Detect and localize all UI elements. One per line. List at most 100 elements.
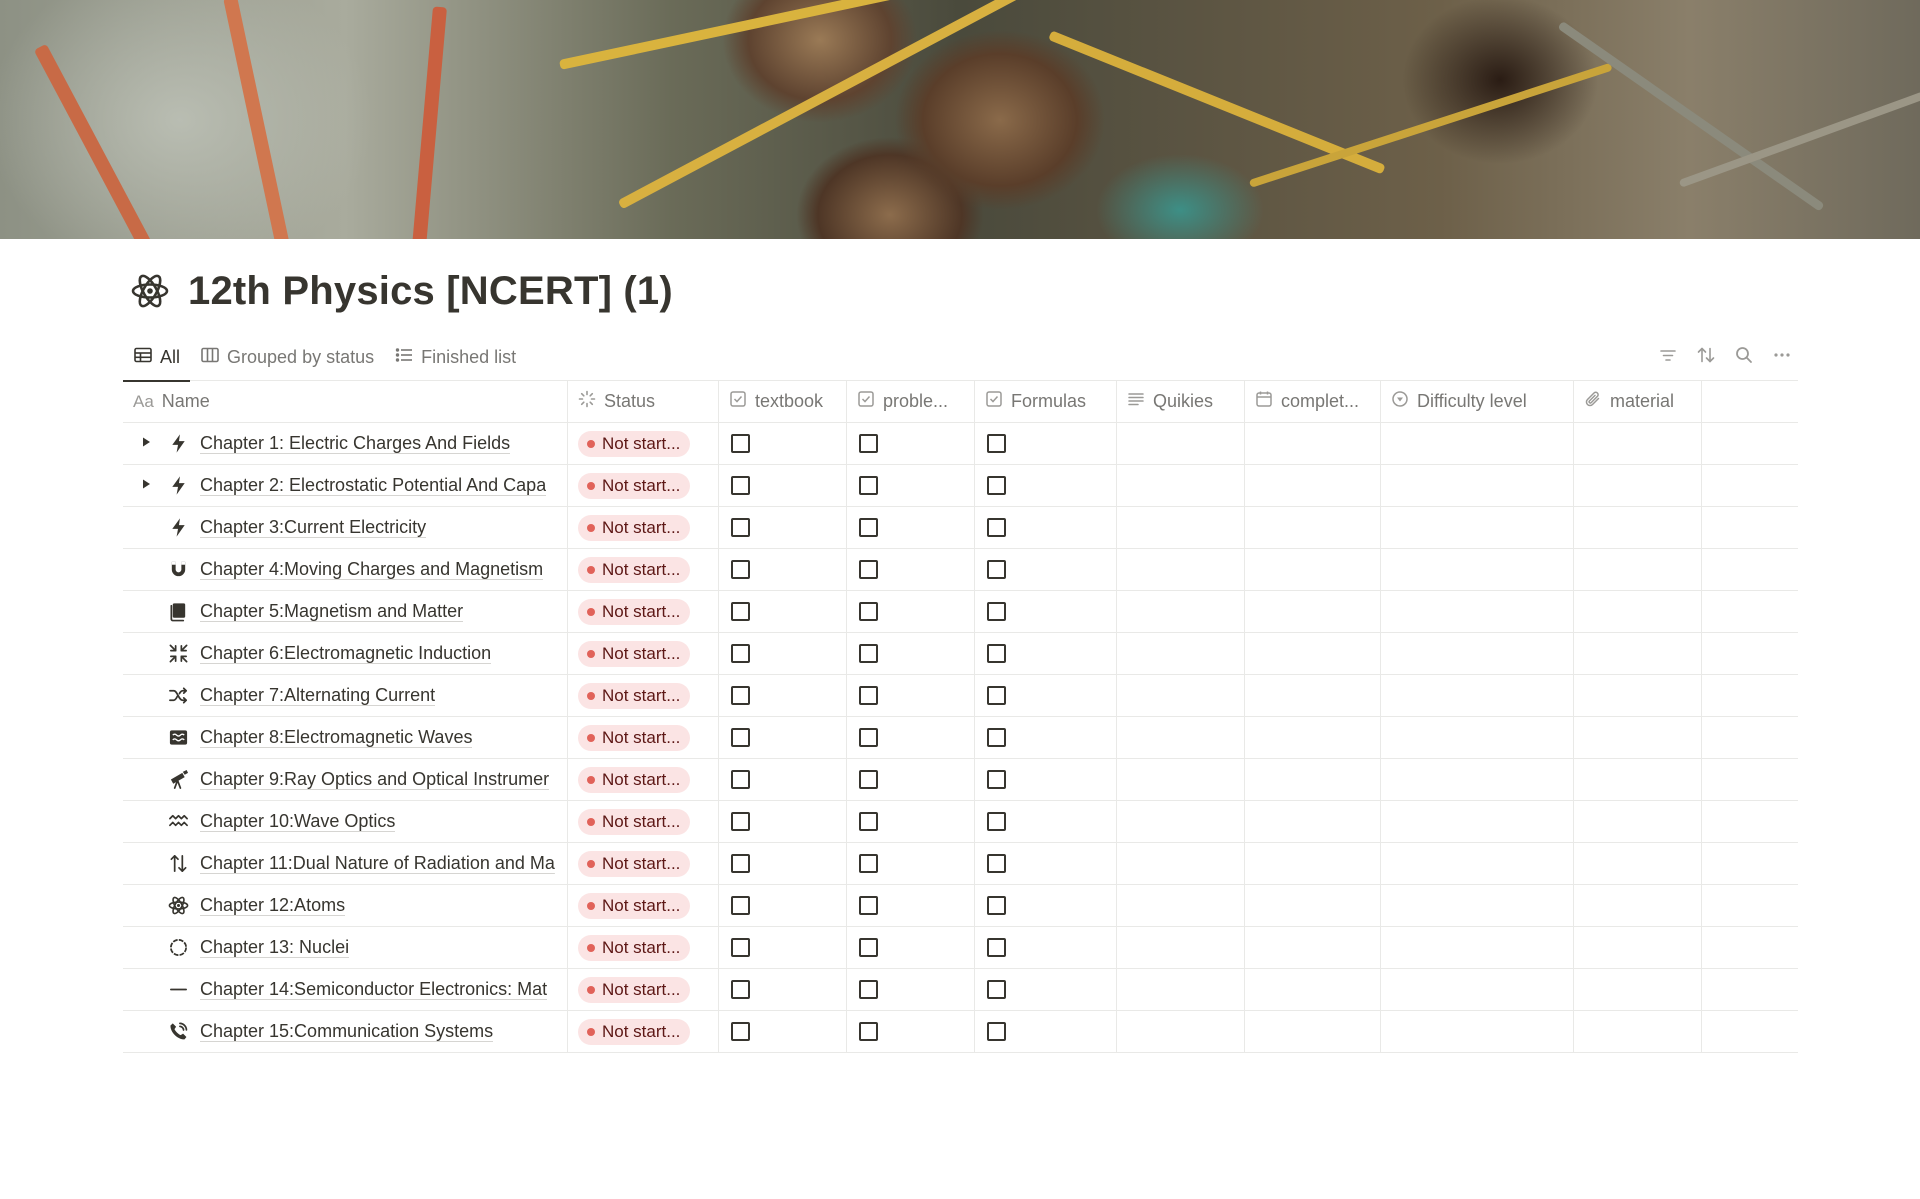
material-cell[interactable]: [1574, 675, 1702, 716]
formulas-checkbox[interactable]: [987, 434, 1006, 453]
atom-icon[interactable]: [130, 271, 170, 311]
status-badge[interactable]: Not start...: [578, 640, 691, 667]
status-badge[interactable]: Not start...: [578, 430, 691, 457]
status-cell[interactable]: Not start...: [568, 675, 719, 716]
problems-checkbox[interactable]: [859, 560, 878, 579]
completed-date-cell[interactable]: [1245, 759, 1381, 800]
status-badge[interactable]: Not start...: [578, 472, 691, 499]
difficulty-cell[interactable]: [1381, 885, 1574, 926]
formulas-checkbox[interactable]: [987, 770, 1006, 789]
waves-box-icon[interactable]: [165, 725, 191, 751]
difficulty-cell[interactable]: [1381, 633, 1574, 674]
status-cell[interactable]: Not start...: [568, 633, 719, 674]
problems-checkbox[interactable]: [859, 602, 878, 621]
difficulty-cell[interactable]: [1381, 717, 1574, 758]
difficulty-cell[interactable]: [1381, 801, 1574, 842]
tab-grouped-by-status[interactable]: Grouped by status: [190, 333, 384, 381]
completed-date-cell[interactable]: [1245, 465, 1381, 506]
column-header-textbook[interactable]: textbook: [719, 381, 847, 422]
table-row[interactable]: Chapter 9:Ray Optics and Optical Instrum…: [123, 759, 1798, 801]
column-header-formulas[interactable]: Formulas: [975, 381, 1117, 422]
difficulty-cell[interactable]: [1381, 1011, 1574, 1052]
material-cell[interactable]: [1574, 801, 1702, 842]
status-badge[interactable]: Not start...: [578, 976, 691, 1003]
telescope-icon[interactable]: [165, 767, 191, 793]
status-cell[interactable]: Not start...: [568, 759, 719, 800]
difficulty-cell[interactable]: [1381, 927, 1574, 968]
material-cell[interactable]: [1574, 885, 1702, 926]
table-row[interactable]: Chapter 3:Current Electricity Not start..…: [123, 507, 1798, 549]
material-cell[interactable]: [1574, 717, 1702, 758]
quikies-cell[interactable]: [1117, 801, 1245, 842]
textbook-checkbox[interactable]: [731, 518, 750, 537]
textbook-checkbox[interactable]: [731, 686, 750, 705]
column-header-status[interactable]: Status: [568, 381, 719, 422]
completed-date-cell[interactable]: [1245, 423, 1381, 464]
textbook-checkbox[interactable]: [731, 728, 750, 747]
table-row[interactable]: Chapter 5:Magnetism and Matter Not start.…: [123, 591, 1798, 633]
textbook-checkbox[interactable]: [731, 770, 750, 789]
status-badge[interactable]: Not start...: [578, 598, 691, 625]
problems-checkbox[interactable]: [859, 518, 878, 537]
textbook-checkbox[interactable]: [731, 602, 750, 621]
formulas-checkbox[interactable]: [987, 938, 1006, 957]
status-badge[interactable]: Not start...: [578, 556, 691, 583]
row-title[interactable]: Chapter 4:Moving Charges and Magnetism: [200, 559, 543, 580]
quikies-cell[interactable]: [1117, 969, 1245, 1010]
column-header-difficulty[interactable]: Difficulty level: [1381, 381, 1574, 422]
row-title[interactable]: Chapter 8:Electromagnetic Waves: [200, 727, 472, 748]
material-cell[interactable]: [1574, 633, 1702, 674]
quikies-cell[interactable]: [1117, 1011, 1245, 1052]
textbook-checkbox[interactable]: [731, 434, 750, 453]
completed-date-cell[interactable]: [1245, 633, 1381, 674]
lightning-icon[interactable]: [165, 431, 191, 457]
phone-icon[interactable]: [165, 1019, 191, 1045]
difficulty-cell[interactable]: [1381, 969, 1574, 1010]
column-header-completed[interactable]: complet...: [1245, 381, 1381, 422]
column-header-quikies[interactable]: Quikies: [1117, 381, 1245, 422]
table-row[interactable]: Chapter 7:Alternating Current Not start..…: [123, 675, 1798, 717]
completed-date-cell[interactable]: [1245, 549, 1381, 590]
material-cell[interactable]: [1574, 549, 1702, 590]
quikies-cell[interactable]: [1117, 633, 1245, 674]
lightning-icon[interactable]: [165, 515, 191, 541]
material-cell[interactable]: [1574, 1011, 1702, 1052]
status-cell[interactable]: Not start...: [568, 801, 719, 842]
problems-checkbox[interactable]: [859, 434, 878, 453]
difficulty-cell[interactable]: [1381, 465, 1574, 506]
tab-finished-list[interactable]: Finished list: [384, 333, 526, 381]
material-cell[interactable]: [1574, 969, 1702, 1010]
status-cell[interactable]: Not start...: [568, 717, 719, 758]
status-cell[interactable]: Not start...: [568, 549, 719, 590]
formulas-checkbox[interactable]: [987, 644, 1006, 663]
completed-date-cell[interactable]: [1245, 507, 1381, 548]
problems-checkbox[interactable]: [859, 854, 878, 873]
quikies-cell[interactable]: [1117, 759, 1245, 800]
completed-date-cell[interactable]: [1245, 801, 1381, 842]
problems-checkbox[interactable]: [859, 812, 878, 831]
tab-all[interactable]: All: [123, 333, 191, 382]
quikies-cell[interactable]: [1117, 843, 1245, 884]
row-title[interactable]: Chapter 13: Nuclei: [200, 937, 349, 958]
column-header-problems[interactable]: proble...: [847, 381, 975, 422]
formulas-checkbox[interactable]: [987, 476, 1006, 495]
completed-date-cell[interactable]: [1245, 885, 1381, 926]
status-cell[interactable]: Not start...: [568, 465, 719, 506]
quikies-cell[interactable]: [1117, 717, 1245, 758]
row-title[interactable]: Chapter 2: Electrostatic Potential And C…: [200, 475, 546, 496]
difficulty-cell[interactable]: [1381, 591, 1574, 632]
row-title[interactable]: Chapter 5:Magnetism and Matter: [200, 601, 463, 622]
table-row[interactable]: Chapter 15:Communication Systems Not star…: [123, 1011, 1798, 1053]
status-cell[interactable]: Not start...: [568, 927, 719, 968]
quikies-cell[interactable]: [1117, 675, 1245, 716]
wave-icon[interactable]: [165, 809, 191, 835]
problems-checkbox[interactable]: [859, 980, 878, 999]
problems-checkbox[interactable]: [859, 476, 878, 495]
problems-checkbox[interactable]: [859, 644, 878, 663]
quikies-cell[interactable]: [1117, 465, 1245, 506]
table-row[interactable]: Chapter 12:Atoms Not start...: [123, 885, 1798, 927]
expand-toggle[interactable]: [133, 431, 159, 457]
material-cell[interactable]: [1574, 927, 1702, 968]
completed-date-cell[interactable]: [1245, 717, 1381, 758]
status-badge[interactable]: Not start...: [578, 850, 691, 877]
